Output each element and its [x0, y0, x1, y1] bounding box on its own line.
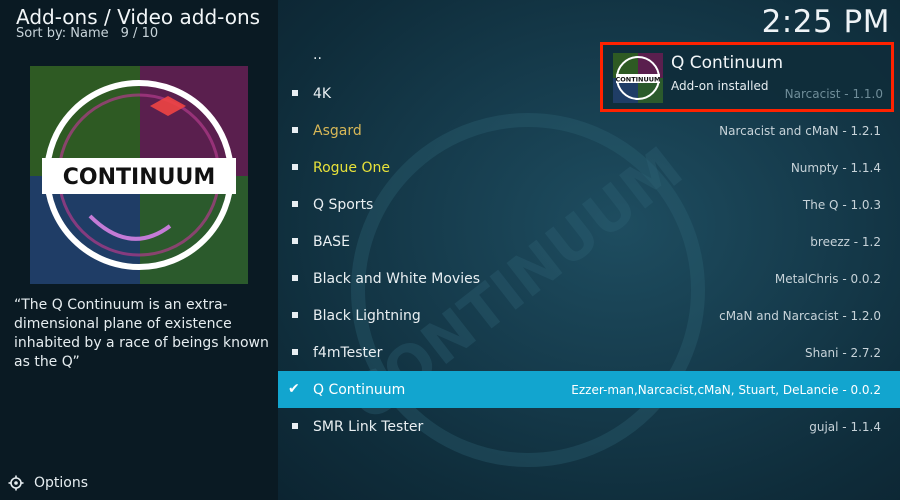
notification-logo-text: CONTINUUM: [615, 76, 660, 84]
list-item[interactable]: Q Sports The Q - 1.0.3: [278, 186, 900, 223]
list-item-meta: Ezzer-man,Narcacist,cMaN, Stuart, DeLanc…: [571, 382, 881, 397]
bullet-icon: [292, 312, 298, 318]
bullet-icon: [292, 127, 298, 133]
list-item[interactable]: f4mTester Shani - 2.7.2: [278, 334, 900, 371]
install-notification: Narcacist - 1.1.0 CONTINUUM Q Continuum …: [600, 42, 894, 112]
notification-thumbnail: CONTINUUM: [613, 53, 663, 103]
list-item-name: Black and White Movies: [313, 270, 481, 287]
sort-label: Sort by: Name: [16, 26, 109, 41]
list-item[interactable]: BASE breezz - 1.2: [278, 223, 900, 260]
list-item-name: BASE: [313, 233, 350, 250]
item-count: 9 / 10: [120, 26, 159, 41]
notification-subtitle: Add-on installed: [671, 79, 769, 93]
checkmark-icon: ✔: [288, 381, 300, 397]
list-item[interactable]: Black Lightning cMaN and Narcacist - 1.2.…: [278, 297, 900, 334]
list-item-name: Q Continuum: [313, 381, 406, 398]
list-item-meta: Numpty - 1.1.4: [790, 160, 881, 175]
list-item-meta: Shani - 2.7.2: [804, 345, 881, 360]
bullet-icon: [292, 201, 298, 207]
list-item-name: Rogue One: [313, 159, 390, 176]
addon-thumbnail: CONTINUUM: [30, 66, 248, 284]
list-item-meta: breezz - 1.2: [810, 234, 881, 249]
info-panel: Add-ons / Video add-ons Sort by: Name 9 /…: [0, 0, 278, 500]
bullet-icon: [292, 349, 298, 355]
bullet-icon: [292, 164, 298, 170]
list-item-name: SMR Link Tester: [313, 418, 424, 435]
options-button[interactable]: Options: [8, 472, 88, 494]
list-item-meta: gujal - 1.1.4: [809, 419, 881, 434]
list-item-name: Black Lightning: [313, 307, 421, 324]
list-item-name: Q Sports: [313, 196, 374, 213]
logo-text: CONTINUUM: [63, 165, 216, 190]
list-item[interactable]: Asgard Narcacist and cMaN - 1.2.1: [278, 112, 900, 149]
list-item-name: Asgard: [313, 122, 362, 139]
options-label: Options: [34, 475, 89, 491]
bullet-icon: [292, 275, 298, 281]
list-item-meta: MetalChris - 0.0.2: [774, 271, 881, 286]
bullet-icon: [292, 238, 298, 244]
list-item[interactable]: Rogue One Numpty - 1.1.4: [278, 149, 900, 186]
bullet-icon: [292, 423, 298, 429]
notification-title: Q Continuum: [671, 53, 784, 73]
list-item[interactable]: ✔ Q Continuum Ezzer-man,Narcacist,cMaN, St…: [278, 371, 900, 408]
options-icon: [8, 475, 24, 491]
notification-behind-text: Narcacist - 1.1.0: [784, 87, 883, 101]
list-item-meta: The Q - 1.0.3: [802, 197, 881, 212]
list-item-name: ..: [313, 47, 322, 63]
list-item[interactable]: Black and White Movies MetalChris - 0.0.2: [278, 260, 900, 297]
sort-info: Sort by: Name 9 / 10: [16, 26, 158, 41]
list-item-meta: Narcacist and cMaN - 1.2.1: [719, 123, 881, 138]
list-item-name: f4mTester: [313, 344, 383, 361]
list-item[interactable]: SMR Link Tester gujal - 1.1.4: [278, 408, 900, 445]
addon-description: “The Q Continuum is an extra-dimensional…: [14, 297, 269, 370]
list-item-meta: cMaN and Narcacist - 1.2.0: [719, 308, 881, 323]
bullet-icon: [292, 90, 298, 96]
list-item-name: 4K: [313, 85, 332, 102]
clock: 2:25 PM: [761, 4, 890, 40]
